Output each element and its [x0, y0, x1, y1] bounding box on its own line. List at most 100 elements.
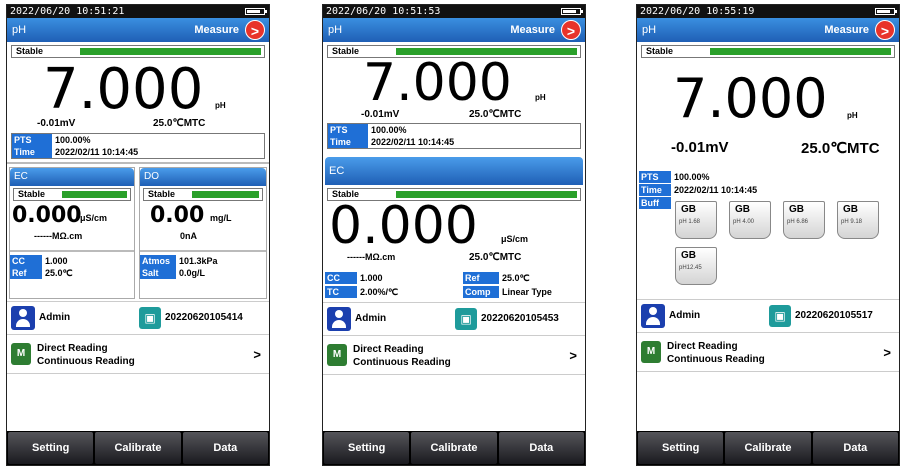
ec-panel[interactable]: EC Stable 0.000 μS/cm ------MΩ.cm CC 1.00…: [9, 167, 135, 299]
buffer-ph: pH 9.18: [841, 219, 863, 225]
do-current: 0nA: [180, 231, 198, 241]
data-button[interactable]: Data: [812, 432, 898, 464]
user-name: Admin: [39, 312, 71, 323]
ph-value: 7.000: [43, 57, 204, 122]
ec-info: CC 1.000 TC 2.00%/℃ Ref 25.0℃ Comp Linear Ty…: [323, 272, 585, 302]
ph-info-box: PTS 100.00% Time 2022/02/11 10:14:45: [11, 133, 265, 159]
ec-value: 0.000: [329, 196, 478, 256]
measure-arrow-button[interactable]: >: [875, 20, 895, 40]
sample-id: 20220620105414: [165, 312, 243, 323]
buffer-item[interactable]: GB pH 6.86: [783, 201, 825, 239]
user-row[interactable]: Admin ▣ 20220620105453: [323, 302, 585, 336]
calibrate-button[interactable]: Calibrate: [411, 432, 497, 464]
user-name: Admin: [355, 313, 387, 324]
ph-value: 7.000: [363, 53, 512, 113]
user-icon: [641, 304, 665, 328]
atmos-value: 101.3kPa: [179, 256, 218, 266]
data-button[interactable]: Data: [182, 432, 268, 464]
reading-mode-icon: M: [11, 343, 31, 365]
screen-1: 2022/06/20 10:51:21 pH Measure > Stable …: [6, 4, 270, 466]
ph-title-bar: pH Measure >: [637, 18, 899, 42]
ph-reading: 7.000 pH -0.01mV 25.0℃MTC: [637, 61, 899, 171]
ec-stability-indicator: Stable: [13, 188, 131, 201]
ph-value: 7.000: [673, 67, 828, 130]
reading-mode-row[interactable]: M Direct Reading Continuous Reading >: [323, 336, 585, 375]
buffer-ph: pH12.45: [679, 265, 702, 271]
ec-unit: μS/cm: [501, 234, 529, 244]
cc-label: CC: [325, 272, 357, 284]
stability-bar: [80, 48, 261, 55]
do-unit: mg/L: [210, 213, 232, 223]
buffer-item[interactable]: GB pH 4.00: [729, 201, 771, 239]
tc-label: TC: [325, 286, 357, 298]
ph-title-bar: pH Measure >: [323, 18, 585, 42]
ref-value: 25.0℃: [45, 268, 73, 278]
sample-id-icon: ▣: [769, 305, 791, 327]
comp-value: Linear Type: [502, 287, 552, 297]
ph-unit: pH: [535, 93, 546, 102]
pts-value: 100.00%: [55, 135, 91, 145]
buffer-name: GB: [843, 204, 858, 215]
buffer-item[interactable]: GB pH 9.18: [837, 201, 879, 239]
ph-title-bar: pH Measure >: [7, 18, 269, 42]
cal-time-value: 2022/02/11 10:14:45: [674, 185, 758, 195]
temperature-reading: 25.0℃MTC: [469, 109, 522, 120]
data-button[interactable]: Data: [498, 432, 584, 464]
ph-unit: pH: [847, 111, 858, 120]
buff-label: Buff: [639, 197, 671, 209]
stable-label: Stable: [18, 189, 46, 199]
reading-mode-row[interactable]: M Direct Reading Continuous Reading >: [7, 335, 269, 374]
do-panel[interactable]: DO Stable 0.00 mg/L 0nA Atmos 101.3kPa Sa…: [139, 167, 267, 299]
stable-label: Stable: [148, 189, 176, 199]
measure-arrow-button[interactable]: >: [561, 20, 581, 40]
battery-icon: [245, 8, 267, 15]
user-row[interactable]: Admin ▣ 20220620105517: [637, 299, 899, 333]
setting-button[interactable]: Setting: [638, 432, 724, 464]
do-value: 0.00: [150, 203, 205, 228]
comp-label: Comp: [463, 286, 499, 298]
sample-id-icon: ▣: [139, 307, 161, 329]
calibrate-button[interactable]: Calibrate: [725, 432, 811, 464]
clock: 2022/06/20 10:51:21: [10, 6, 125, 17]
buffer-item[interactable]: GB pH12.45: [675, 247, 717, 285]
stable-label: Stable: [646, 46, 674, 56]
pts-label: PTS: [12, 134, 52, 146]
channel-title: pH: [12, 24, 27, 36]
ph-info-box: PTS 100.00% Time 2022/02/11 10:14:45 Buff …: [637, 171, 899, 299]
buffer-item[interactable]: GB pH 1.68: [675, 201, 717, 239]
mv-reading: -0.01mV: [37, 118, 76, 129]
stable-label: Stable: [332, 46, 360, 56]
user-row[interactable]: Admin ▣ 20220620105414: [7, 301, 269, 335]
time-label: Time: [639, 184, 671, 196]
reading-mode-icon: M: [641, 341, 661, 363]
cc-value: 1.000: [45, 256, 68, 266]
buffer-name: GB: [789, 204, 804, 215]
temperature-reading: 25.0℃MTC: [153, 118, 206, 129]
sample-id: 20220620105517: [795, 310, 873, 321]
ec-unit: μS/cm: [80, 213, 108, 223]
calibrate-button[interactable]: Calibrate: [95, 432, 181, 464]
sample-id-icon: ▣: [455, 308, 477, 330]
do-panel-title: DO: [140, 168, 266, 186]
tc-value: 2.00%/℃: [360, 287, 399, 297]
pts-value: 100.00%: [371, 125, 407, 135]
reading-mode-line2: Continuous Reading: [353, 357, 451, 368]
atmos-label: Atmos: [140, 255, 176, 267]
ec-panel-title[interactable]: EC: [325, 157, 583, 185]
buffer-name: GB: [681, 204, 696, 215]
reading-mode-line1: Direct Reading: [353, 344, 424, 355]
ph-reading: 7.000 pH -0.01mV 25.0℃MTC: [7, 61, 269, 133]
cc-value: 1.000: [360, 273, 383, 283]
setting-button[interactable]: Setting: [324, 432, 410, 464]
dual-panels: EC Stable 0.000 μS/cm ------MΩ.cm CC 1.00…: [7, 167, 269, 301]
ph-reading: 7.000 pH -0.01mV 25.0℃MTC: [323, 57, 585, 123]
reading-mode-row[interactable]: M Direct Reading Continuous Reading >: [637, 333, 899, 372]
pts-value: 100.00%: [674, 172, 710, 182]
ref-value: 25.0℃: [502, 273, 530, 283]
pts-label: PTS: [328, 124, 368, 136]
setting-button[interactable]: Setting: [8, 432, 94, 464]
divider: [7, 162, 269, 164]
measure-arrow-button[interactable]: >: [245, 20, 265, 40]
stability-bar: [710, 48, 891, 55]
buffer-name: GB: [735, 204, 750, 215]
